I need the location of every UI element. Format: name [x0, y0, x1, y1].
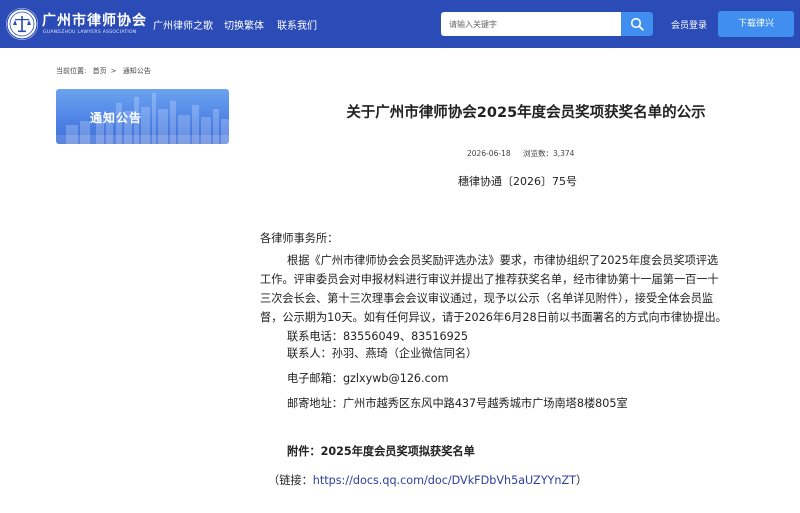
- nav-switch-traditional[interactable]: 切换繁体: [224, 17, 264, 32]
- attachment-link-line: （链接：https://docs.qq.com/doc/DVkFDbVh5aUZ…: [268, 471, 587, 490]
- article-meta: 2026-06-18 浏览数：3,374: [467, 148, 584, 159]
- breadcrumb-separator: >: [110, 67, 117, 75]
- nav-lawyers-song[interactable]: 广州律师之歌: [153, 17, 213, 32]
- nav-contact-us[interactable]: 联系我们: [277, 17, 317, 32]
- breadcrumb-prefix: 当前位置:: [56, 67, 87, 75]
- search-button[interactable]: [621, 12, 653, 36]
- link-prefix: （链接：: [268, 474, 313, 487]
- contact-email: 电子邮箱：gzlxywb@126.com: [287, 372, 449, 385]
- breadcrumb-current[interactable]: 通知公告: [123, 67, 151, 75]
- article-body-line: 工作。评审委员会对申报材料进行审议并提出了推荐获奖名单，经市律协第十一届第一百一…: [260, 273, 719, 286]
- download-app-button[interactable]: 下载律兴: [718, 11, 794, 37]
- member-login-link[interactable]: 会员登录: [671, 18, 707, 31]
- article-body-line: 三次会长会、第十三次理事会会议审议通过，现予以公示（名单详见附件），接受全体会员…: [260, 292, 714, 305]
- article-date: 2026-06-18: [467, 149, 511, 158]
- contact-person: 联系人：孙羽、燕琦（企业微信同名）: [287, 347, 478, 360]
- link-suffix: ）: [575, 474, 588, 487]
- breadcrumb-home-link[interactable]: 首页: [93, 67, 107, 75]
- attachment-doc-link[interactable]: https://docs.qq.com/doc/DVkFDbVh5aUZYYnZ…: [313, 474, 576, 487]
- attachment-title: 附件：2025年度会员奖项拟获奖名单: [287, 445, 475, 458]
- article-body-line: 督，公示期为10天。如有任何异议，请于2026年6月28日前以书面署名的方式向市…: [260, 311, 727, 324]
- brand-subtitle: GUANGZHOU LAWYERS ASSOCIATION: [43, 30, 137, 35]
- article-greeting: 各律师事务所：: [260, 232, 339, 245]
- brand-name[interactable]: 广州市律师协会: [42, 10, 147, 30]
- mailing-address: 邮寄地址：广州市越秀区东风中路437号越秀城市广场南塔8楼805室: [287, 397, 628, 410]
- article-body-line: 根据《广州市律师协会会员奖励评选办法》要求，市律协组织了2025年度会员奖项评选: [287, 254, 719, 267]
- search-icon: [630, 17, 644, 31]
- city-skyline-icon: [56, 93, 229, 144]
- article-views: 浏览数：3,374: [522, 149, 575, 158]
- document-number: 穗律协通〔2026〕75号: [458, 175, 577, 188]
- sidebar-banner-title: 通知公告: [90, 111, 143, 125]
- sidebar-section-banner[interactable]: 通知公告: [56, 89, 229, 144]
- top-header: 广州市律师协会 GUANGZHOU LAWYERS ASSOCIATION 广州…: [0, 0, 800, 48]
- search-input[interactable]: [441, 12, 621, 36]
- article-title: 关于广州市律师协会2025年度会员奖项获奖名单的公示: [346, 105, 706, 121]
- breadcrumb: 当前位置: 首页 > 通知公告: [56, 66, 155, 76]
- association-logo-icon[interactable]: [6, 8, 38, 40]
